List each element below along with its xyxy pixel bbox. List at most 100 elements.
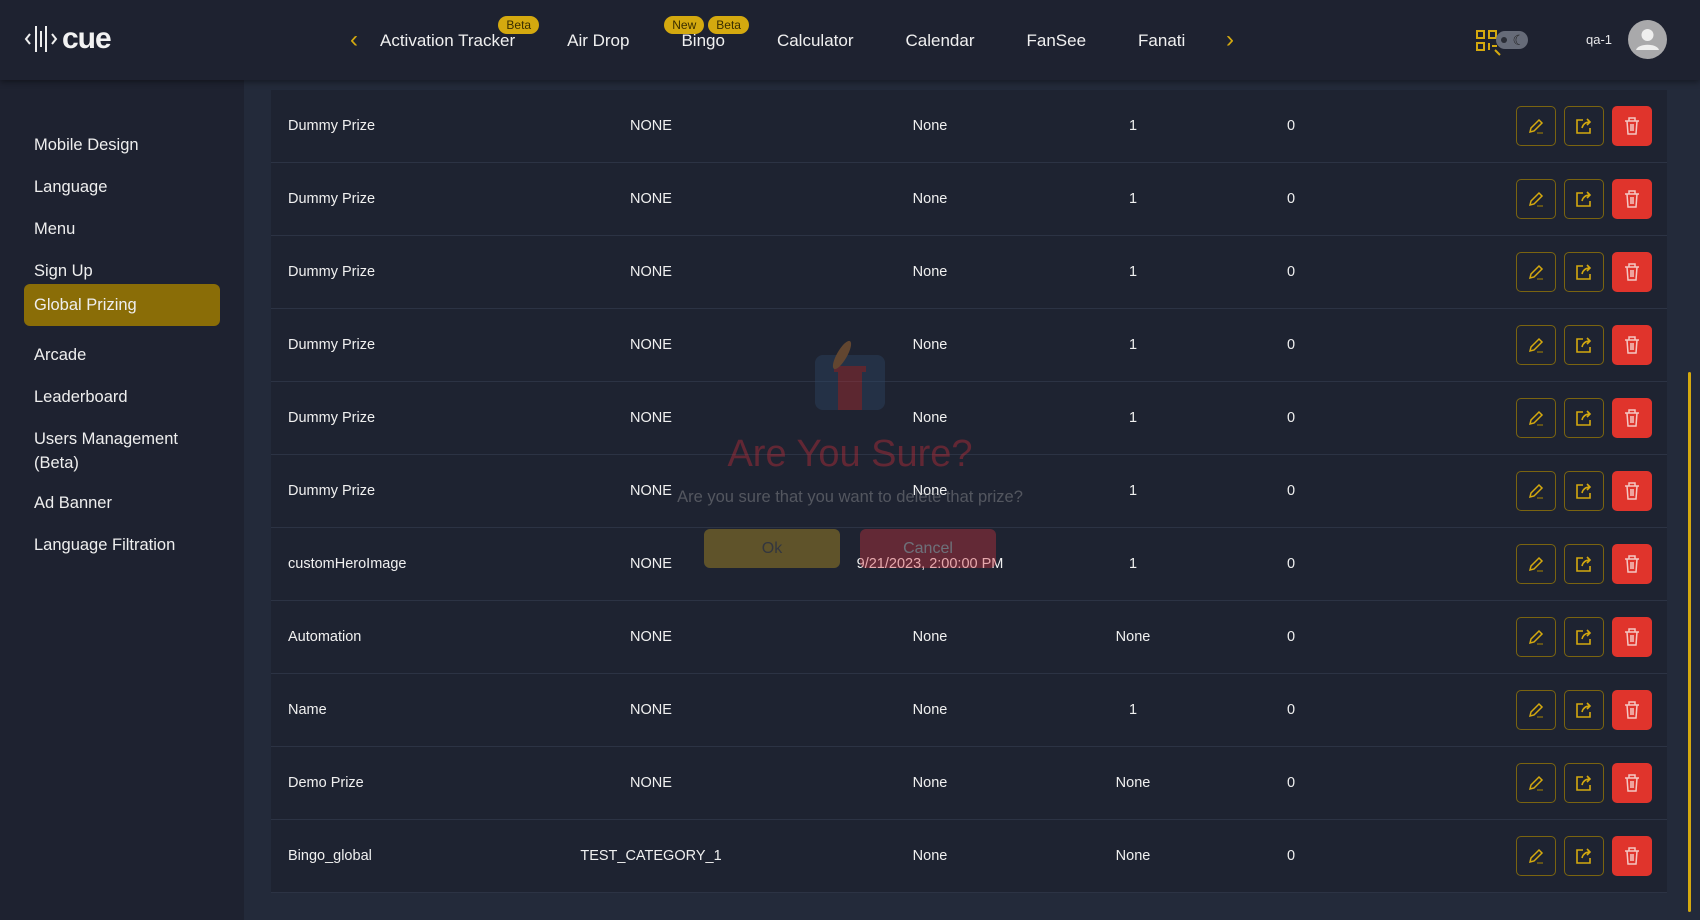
sidebar-item[interactable]: Menu <box>24 208 220 250</box>
top-header: cue ‹ Activation Tracker Beta Air Drop Bing… <box>0 0 1700 80</box>
cue-logo[interactable]: cue <box>24 22 112 56</box>
sidebar-item[interactable]: Language <box>24 166 220 208</box>
pencil-icon <box>1526 846 1546 866</box>
nav-next-chevron-icon[interactable]: › <box>1226 26 1234 54</box>
sidebar-item[interactable]: Leaderboard <box>24 376 220 418</box>
share-icon <box>1574 116 1594 136</box>
nav-item[interactable]: Calendar <box>906 29 975 51</box>
pencil-icon <box>1526 262 1546 282</box>
app-nav: Activation Tracker Beta Air Drop Bingo New Be… <box>380 0 1237 80</box>
delete-button[interactable] <box>1612 398 1652 438</box>
table-cell: NONE <box>630 118 672 134</box>
share-button[interactable] <box>1564 325 1604 365</box>
share-button[interactable] <box>1564 544 1604 584</box>
nav-item[interactable]: Activation Tracker Beta <box>380 16 540 51</box>
table-row: Dummy Prize NONE None 1 0 <box>271 236 1667 309</box>
edit-button[interactable] <box>1516 617 1556 657</box>
edit-button[interactable] <box>1516 325 1556 365</box>
table-cell: None <box>912 702 948 718</box>
sidebar-item[interactable]: Users Management (Beta) <box>24 418 224 484</box>
trash-icon <box>1623 481 1641 501</box>
sidebar-item[interactable]: Mobile Design <box>24 124 220 166</box>
delete-button[interactable] <box>1612 617 1652 657</box>
delete-button[interactable] <box>1612 106 1652 146</box>
cancel-button[interactable]: Cancel <box>860 529 996 568</box>
share-button[interactable] <box>1564 471 1604 511</box>
edit-button[interactable] <box>1516 106 1556 146</box>
sidebar-item[interactable]: Arcade <box>24 334 220 376</box>
table-cell: 0 <box>1286 337 1296 353</box>
delete-button[interactable] <box>1612 763 1652 803</box>
edit-button[interactable] <box>1516 252 1556 292</box>
nav-item-label: Air Drop <box>567 31 630 50</box>
share-icon <box>1574 627 1594 647</box>
confirm-delete-modal: Are You Sure? Are you sure that you want… <box>515 325 1185 605</box>
delete-button[interactable] <box>1612 471 1652 511</box>
edit-button[interactable] <box>1516 836 1556 876</box>
nav-item[interactable]: Fanati <box>1138 29 1185 51</box>
delete-button[interactable] <box>1612 836 1652 876</box>
trash-icon <box>1623 116 1641 136</box>
share-button[interactable] <box>1564 617 1604 657</box>
nav-item[interactable]: Bingo New Beta <box>664 16 749 51</box>
share-button[interactable] <box>1564 763 1604 803</box>
scrollbar-thumb[interactable] <box>1688 372 1691 912</box>
delete-button[interactable] <box>1612 690 1652 730</box>
status-badge: Beta <box>498 16 540 34</box>
share-button[interactable] <box>1564 690 1604 730</box>
table-cell: 0 <box>1286 483 1296 499</box>
delete-button[interactable] <box>1612 544 1652 584</box>
delete-button[interactable] <box>1612 179 1652 219</box>
trash-icon <box>1623 700 1641 720</box>
nav-item-label: FanSee <box>1026 31 1087 50</box>
sidebar-item[interactable]: Language Filtration <box>24 524 220 566</box>
table-row: Automation NONE None None 0 <box>271 601 1667 674</box>
pencil-icon <box>1526 481 1546 501</box>
delete-button[interactable] <box>1612 325 1652 365</box>
table-cell: TEST_CATEGORY_1 <box>580 848 722 864</box>
table-cell: NONE <box>630 702 672 718</box>
nav-item-label: Calculator <box>776 31 854 50</box>
username[interactable]: qa-1 <box>1586 32 1612 47</box>
share-button[interactable] <box>1564 106 1604 146</box>
avatar[interactable] <box>1628 20 1667 59</box>
modal-message: Are you sure that you want to delete tha… <box>677 488 1023 506</box>
share-button[interactable] <box>1564 836 1604 876</box>
delete-button[interactable] <box>1612 252 1652 292</box>
trash-icon <box>1623 773 1641 793</box>
edit-button[interactable] <box>1516 690 1556 730</box>
sidebar-item[interactable]: Global Prizing <box>24 284 220 326</box>
edit-button[interactable] <box>1516 179 1556 219</box>
table-cell: 0 <box>1286 410 1296 426</box>
nav-item[interactable]: Air Drop <box>567 29 629 51</box>
nav-item[interactable]: FanSee <box>1027 29 1087 51</box>
share-icon <box>1574 554 1594 574</box>
table-cell: Dummy Prize <box>288 191 376 207</box>
table-cell: Automation <box>288 629 362 645</box>
nav-item[interactable]: Calculator <box>777 29 854 51</box>
nav-prev-chevron-icon[interactable]: ‹ <box>350 26 358 54</box>
table-row: Dummy Prize NONE None 1 0 <box>271 90 1667 163</box>
pencil-icon <box>1526 700 1546 720</box>
trash-icon <box>1623 408 1641 428</box>
table-cell: 0 <box>1286 775 1296 791</box>
table-cell: 0 <box>1286 848 1296 864</box>
share-button[interactable] <box>1564 179 1604 219</box>
trash-icon <box>1623 846 1641 866</box>
table-row: Name NONE None 1 0 <box>271 674 1667 747</box>
share-button[interactable] <box>1564 398 1604 438</box>
ok-button[interactable]: Ok <box>704 529 840 568</box>
pencil-icon <box>1526 627 1546 647</box>
nav-item-label: Activation Tracker <box>380 31 516 50</box>
edit-button[interactable] <box>1516 471 1556 511</box>
table-cell: NONE <box>630 775 672 791</box>
edit-button[interactable] <box>1516 398 1556 438</box>
badges: New Beta <box>664 16 749 34</box>
edit-button[interactable] <box>1516 544 1556 584</box>
table-cell: None <box>912 191 948 207</box>
share-button[interactable] <box>1564 252 1604 292</box>
table-cell: customHeroImage <box>288 556 407 572</box>
sidebar-item[interactable]: Ad Banner <box>24 482 220 524</box>
theme-toggle[interactable]: ☾ <box>1496 31 1528 49</box>
edit-button[interactable] <box>1516 763 1556 803</box>
